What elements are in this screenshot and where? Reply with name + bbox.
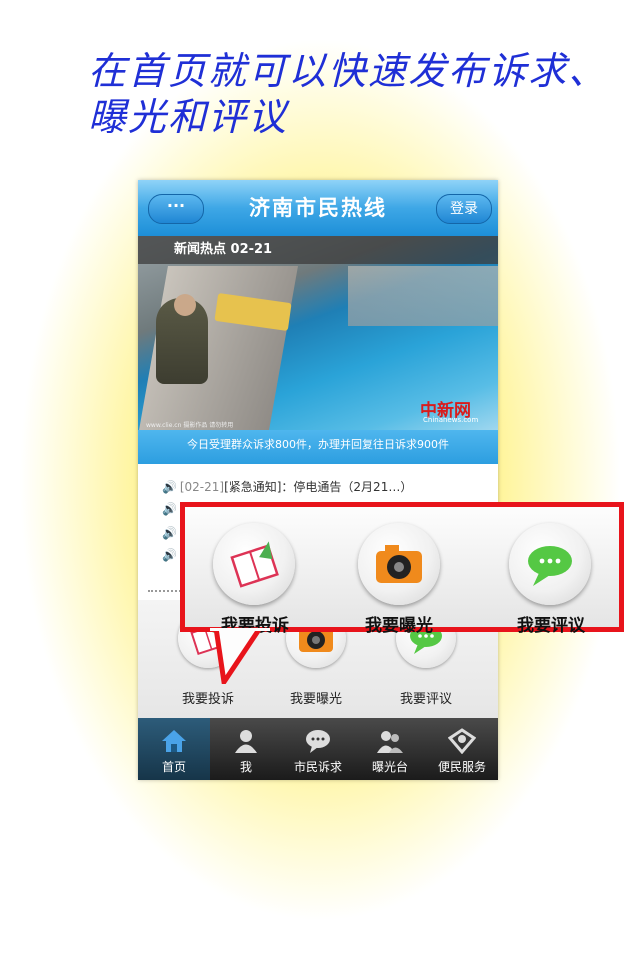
tab-me-label: 我 [239,760,252,774]
notice-item[interactable]: 🔊 [162,526,177,540]
home-icon [162,730,186,752]
tab-exposure[interactable]: 曝光台 [354,718,426,780]
speaker-icon: 🔊 [162,548,177,562]
camera-icon [358,523,440,605]
tab-exposure-label: 曝光台 [371,760,408,774]
notice-item[interactable]: 🔊 [162,548,177,562]
promo-line-2: 曝光和评议 [88,95,289,139]
tab-services-label: 便民服务 [437,760,486,774]
quick-complain-label: 我要投诉 [181,692,234,707]
group-icon [377,731,403,753]
callout-expose-label: 我要曝光 [365,616,433,636]
news-photo-credit: www.clie.cn 摄影作品 请勿转用 [146,422,234,429]
callout-pointer [210,628,270,684]
tab-bar: 首页 我 市民诉求 曝光台 便民服务 [138,718,498,780]
navigation-bar: 济南市民热线 ··· 登录 [138,180,498,236]
notice-date: [02-21] [179,480,225,494]
news-photo-trees [348,266,498,326]
service-icon [448,728,476,754]
person-icon [235,730,257,753]
callout-review-label: 我要评议 [517,616,585,636]
tab-me[interactable]: 我 [210,718,282,780]
news-watermark-url: Chinanews.com [423,416,479,424]
tab-citizen-requests-label: 市民诉求 [293,760,342,774]
quick-review-label: 我要评议 [399,692,452,707]
highlight-callout: 我要投诉 我要曝光 我要评议 [180,502,624,636]
speaker-icon: 🔊 [162,502,177,516]
news-headline: 新闻热点 02-21 [138,236,498,264]
speaker-icon: 🔊 [162,526,177,540]
news-photo-person-head [174,294,196,316]
promo-caption: 在首页就可以快速发布诉求、 曝光和评议 [88,48,608,140]
login-button[interactable]: 登录 [436,194,492,224]
tab-home[interactable]: 首页 [138,718,210,780]
promo-line-1: 在首页就可以快速发布诉求、 [88,49,609,93]
notice-item[interactable]: 🔊 [162,502,177,516]
notebook-icon [213,523,295,605]
chat-bubble-icon [509,523,591,605]
phone-screen: 济南市民热线 ··· 登录 新闻热点 02-21 中新网 Chinanews.c… [138,180,498,780]
speaker-icon: 🔊 [162,480,177,494]
tab-home-label: 首页 [161,760,186,774]
tab-citizen-requests[interactable]: 市民诉求 [282,718,354,780]
news-banner[interactable]: 新闻热点 02-21 中新网 Chinanews.com www.clie.cn… [138,236,498,430]
tab-services[interactable]: 便民服务 [426,718,498,780]
quick-expose-label: 我要曝光 [289,692,342,707]
notice-item[interactable]: 🔊 [02-21][紧急通知]：停电通告（2月21…） [162,478,412,495]
stats-ribbon: 今日受理群众诉求800件，办理并回复往日诉求900件 [138,430,498,464]
notice-text: [紧急通知]：停电通告（2月21…） [224,480,413,494]
speech-icon [306,730,330,753]
menu-button[interactable]: ··· [148,194,204,224]
